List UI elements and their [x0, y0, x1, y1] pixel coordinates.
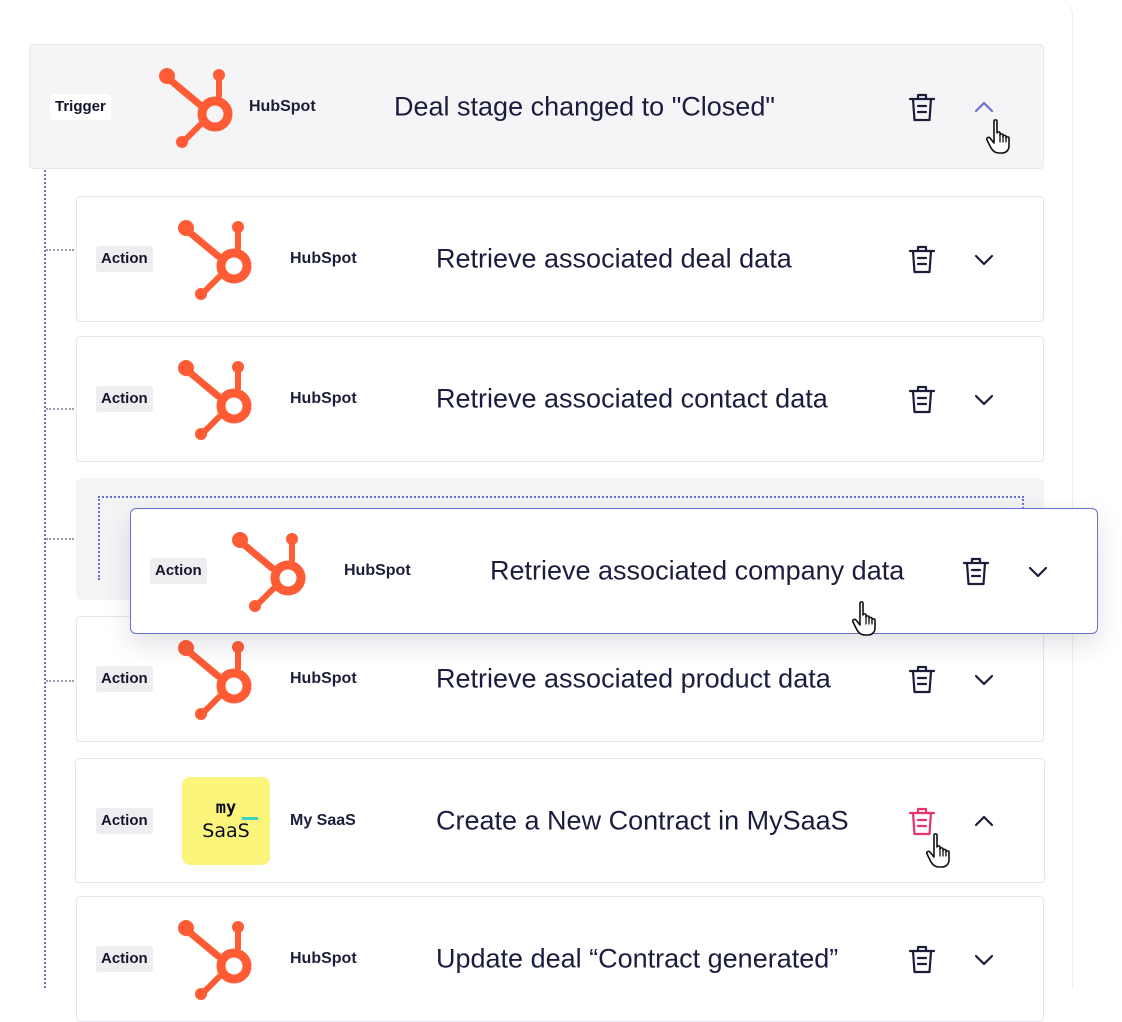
delete-trash-icon[interactable]: [907, 91, 937, 123]
hubspot-logo-icon: [155, 64, 241, 150]
step-title: Retrieve associated contact data: [436, 383, 828, 414]
app-name: HubSpot: [290, 950, 357, 967]
hubspot-logo-icon: [174, 356, 260, 442]
step-connector: [46, 680, 74, 682]
app-name: HubSpot: [249, 97, 316, 115]
action-step-card[interactable]: Action HubSpot Retrieve associated deal …: [76, 196, 1044, 322]
step-connector: [46, 538, 74, 540]
step-connector: [46, 249, 74, 251]
expand-chevron-down-icon[interactable]: [972, 947, 996, 971]
step-title: Retrieve associated product data: [436, 663, 831, 694]
mysaas-logo-line2: SaaS: [202, 820, 250, 842]
delete-trash-icon[interactable]: [907, 663, 937, 695]
app-name: My SaaS: [290, 811, 356, 829]
dragged-action-step-card[interactable]: Action HubSpot Retrieve associated compa…: [130, 508, 1098, 634]
delete-trash-icon[interactable]: [907, 943, 937, 975]
hand-cursor-icon: [925, 832, 955, 870]
delete-trash-icon[interactable]: [907, 383, 937, 415]
hand-cursor-icon: [985, 118, 1015, 156]
hubspot-logo-icon: [228, 528, 314, 614]
app-name: HubSpot: [290, 250, 357, 267]
step-type-tag: Action: [96, 807, 153, 834]
step-title: Create a New Contract in MySaaS: [436, 805, 849, 835]
workflow-connector-line: [44, 170, 46, 988]
step-type-tag: Action: [150, 558, 207, 584]
app-name: HubSpot: [344, 562, 411, 579]
step-title: Update deal “Contract generated”: [436, 943, 839, 974]
delete-trash-icon[interactable]: [907, 243, 937, 275]
expand-chevron-down-icon[interactable]: [972, 247, 996, 271]
collapse-chevron-up-icon[interactable]: [972, 809, 996, 833]
expand-chevron-down-icon[interactable]: [972, 387, 996, 411]
action-step-card[interactable]: Action HubSpot Retrieve associated conta…: [76, 336, 1044, 462]
step-title: Retrieve associated company data: [490, 555, 905, 586]
step-type-tag: Action: [96, 386, 153, 412]
action-step-card[interactable]: Action HubSpot Retrieve associated produ…: [76, 616, 1044, 742]
workflow-panel: Trigger HubSpot Deal stage changed to "C…: [0, 0, 1073, 1022]
step-type-tag: Action: [96, 666, 153, 692]
trigger-step-card[interactable]: Trigger HubSpot Deal stage changed to "C…: [29, 44, 1044, 169]
expand-chevron-down-icon[interactable]: [972, 667, 996, 691]
step-connector: [46, 408, 74, 410]
step-type-tag: Action: [96, 946, 153, 972]
app-name: HubSpot: [290, 390, 357, 407]
hubspot-logo-icon: [174, 216, 260, 302]
hubspot-logo-icon: [174, 636, 260, 722]
expand-chevron-down-icon[interactable]: [1026, 559, 1050, 583]
step-type-tag: Trigger: [50, 93, 111, 120]
hand-cursor-icon: [851, 600, 881, 638]
mysaas-logo: my SaaS: [182, 776, 270, 865]
mysaas-logo-line1: my: [215, 798, 259, 820]
delete-trash-icon[interactable]: [961, 555, 991, 587]
app-name: HubSpot: [290, 670, 357, 687]
collapse-chevron-up-icon[interactable]: [972, 95, 996, 119]
action-step-card[interactable]: Action my SaaS My SaaS Create a New Cont…: [75, 758, 1045, 883]
step-title: Deal stage changed to "Closed": [394, 91, 775, 121]
hubspot-logo-icon: [174, 916, 260, 1002]
action-step-card[interactable]: Action HubSpot Update deal “Contract gen…: [76, 896, 1044, 1022]
step-type-tag: Action: [96, 246, 153, 272]
step-title: Retrieve associated deal data: [436, 243, 792, 274]
